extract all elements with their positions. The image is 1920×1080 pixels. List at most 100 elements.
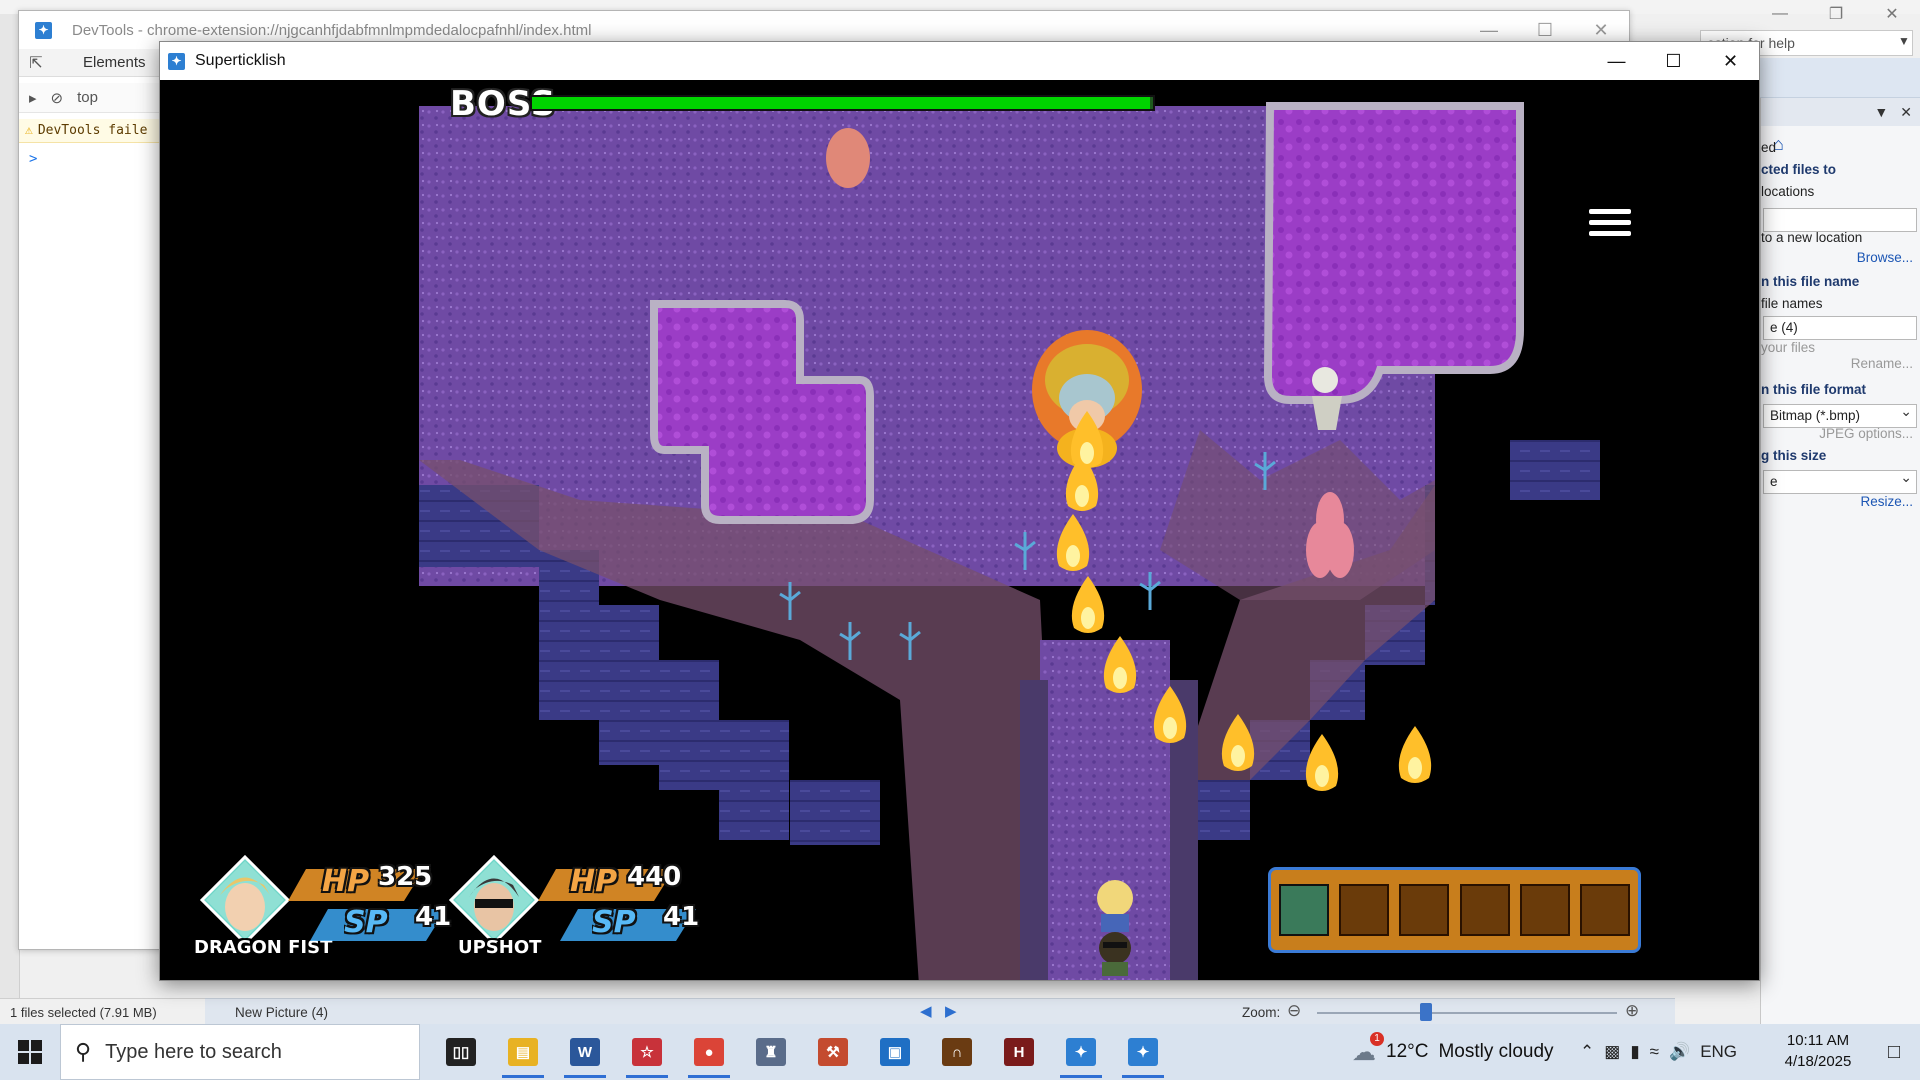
meet-icon[interactable]: ▩ xyxy=(1604,1042,1620,1062)
taskbar-app[interactable]: ♜ xyxy=(740,1024,802,1080)
clock-date: 4/18/2025 xyxy=(1784,1053,1852,1070)
file-explorer-icon: ▤ xyxy=(508,1038,538,1066)
cave-wall xyxy=(599,605,659,765)
zoom-in-icon[interactable]: ⊕ xyxy=(1625,1001,1639,1021)
inspect-element-icon[interactable]: ⇱ xyxy=(19,53,53,73)
cave-wall xyxy=(790,780,880,845)
tab-elements[interactable]: Elements xyxy=(53,54,146,71)
panel-item: locations xyxy=(1761,184,1815,199)
search-placeholder: Type here to search xyxy=(105,1040,282,1063)
zoom-out-icon[interactable]: ⊖ xyxy=(1287,1001,1301,1021)
taskbar-app[interactable]: ☆ xyxy=(616,1024,678,1080)
hotbar-slot[interactable] xyxy=(1339,884,1390,936)
boss-health-fill xyxy=(532,97,1150,109)
task-view-icon: ▯▯ xyxy=(446,1038,476,1066)
taskbar-app[interactable]: ▤ xyxy=(492,1024,554,1080)
hotbar-slot[interactable] xyxy=(1519,884,1570,936)
help-dropdown-icon[interactable]: ▼ xyxy=(1898,34,1910,48)
next-picture-icon[interactable]: ▶ xyxy=(945,1002,957,1020)
notifications-icon[interactable]: □ xyxy=(1868,1024,1920,1080)
fireball-core xyxy=(1066,545,1080,567)
console-sidebar-icon[interactable]: ▸ xyxy=(29,89,37,107)
hotbar-slot[interactable] xyxy=(1399,884,1450,936)
cave-wall xyxy=(1510,440,1600,500)
status-filename: New Picture (4) xyxy=(235,1005,329,1020)
console-toolbar: ▸ ⊘ top xyxy=(19,83,179,113)
clock-time: 10:11 AM xyxy=(1786,1032,1850,1049)
hotbar-slot[interactable] xyxy=(1579,884,1630,936)
taskbar-app[interactable]: H xyxy=(988,1024,1050,1080)
cave-wall xyxy=(539,550,599,720)
taskbar-app[interactable]: ▯▯ xyxy=(430,1024,492,1080)
wifi-icon[interactable]: ≈ xyxy=(1650,1042,1659,1062)
panel-item[interactable]: Rename... xyxy=(1761,356,1920,371)
panel-item[interactable] xyxy=(1763,208,1917,232)
paint-ribbon xyxy=(1760,58,1920,98)
purple-pool-right xyxy=(1263,102,1524,404)
hotbar-slot[interactable] xyxy=(1279,884,1329,936)
hp-label-2: HP xyxy=(570,864,618,899)
start-button[interactable] xyxy=(0,1024,60,1080)
panel-close-icon[interactable]: ✕ xyxy=(1900,104,1912,121)
battery-icon[interactable]: ▮ xyxy=(1630,1042,1639,1062)
panel-item: n this file name xyxy=(1761,274,1860,289)
hotbar-slot[interactable] xyxy=(1459,884,1510,936)
nwjs-app-icon: ✦ xyxy=(1066,1038,1096,1066)
panel-item[interactable]: Bitmap (*.bmp) xyxy=(1763,404,1917,428)
taskbar-search[interactable]: ⚲ Type here to search xyxy=(60,1024,420,1080)
portrait-dragon-fist xyxy=(200,855,290,945)
cave-wall xyxy=(719,720,789,840)
clock[interactable]: 10:11 AM 4/18/2025 xyxy=(1768,1030,1868,1072)
paint-minimize-icon[interactable]: — xyxy=(1752,0,1808,28)
hp-value-upshot: 440 xyxy=(627,862,682,892)
zoom-slider-track[interactable] xyxy=(1317,1012,1617,1014)
taskbar-app[interactable]: ∩ xyxy=(926,1024,988,1080)
panel-item[interactable]: e xyxy=(1763,470,1917,494)
nwjs-app-2-icon: ✦ xyxy=(1128,1038,1158,1066)
tool-icon: ⚒ xyxy=(818,1038,848,1066)
panel-header: ▼ ✕ xyxy=(1761,98,1920,126)
taskbar: ⚲ Type here to search ▯▯ ▤ W ☆ ● ♜ ⚒ ▣ ∩ H ✦ ✦ ☁ 1 1… xyxy=(0,1024,1920,1080)
zoom-slider-thumb[interactable] xyxy=(1420,1003,1432,1021)
game-canvas[interactable]: BOSS DRAGON FIST HP 325 SP 41 UPSHOT HP … xyxy=(160,80,1759,980)
panel-item: n this file format xyxy=(1761,382,1867,397)
skeleton-skull xyxy=(1312,367,1338,393)
taskbar-app[interactable]: ▣ xyxy=(864,1024,926,1080)
taskbar-app[interactable]: ✦ xyxy=(1112,1024,1174,1080)
paint-close-icon[interactable]: ✕ xyxy=(1864,0,1920,28)
rpg-app-icon: H xyxy=(1004,1038,1034,1066)
panel-item[interactable]: Resize... xyxy=(1761,494,1920,509)
panel-item[interactable]: Browse... xyxy=(1761,250,1920,265)
game-menu-button[interactable] xyxy=(1578,192,1642,252)
game-close-icon[interactable]: ✕ xyxy=(1702,42,1759,80)
portrait-upshot xyxy=(449,855,539,945)
context-selector[interactable]: top xyxy=(77,89,98,106)
tray-chevron-icon[interactable]: ⌃ xyxy=(1580,1042,1594,1062)
game-minimize-icon[interactable]: — xyxy=(1588,42,1645,80)
volume-icon[interactable]: 🔊 xyxy=(1669,1042,1690,1062)
panel-item[interactable]: JPEG options... xyxy=(1761,426,1920,441)
console-warning-text: DevTools faile xyxy=(37,123,148,138)
weather-widget[interactable]: ☁ 1 12°C Mostly cloudy xyxy=(1352,1024,1554,1080)
taskbar-app[interactable]: W xyxy=(554,1024,616,1080)
language-indicator[interactable]: ENG xyxy=(1700,1042,1737,1062)
console-prompt[interactable]: > xyxy=(29,151,37,167)
devtools-app-icon: ✦ xyxy=(35,21,52,39)
cloud-icon: ☁ 1 xyxy=(1352,1031,1384,1067)
taskbar-app[interactable]: ⚒ xyxy=(802,1024,864,1080)
fireball-core xyxy=(1081,607,1095,629)
game-window: ✦ Superticklish — ☐ ✕ BOSS DRAGON FIST H… xyxy=(159,41,1760,981)
paint-restore-icon[interactable]: ❐ xyxy=(1808,0,1864,28)
panel-item[interactable]: e (4) xyxy=(1763,316,1917,340)
chrome-icon: ● xyxy=(694,1038,724,1066)
panel-collapse-icon[interactable]: ▼ xyxy=(1874,104,1888,120)
fireball-core xyxy=(1113,667,1127,689)
taskbar-app[interactable]: ✦ xyxy=(1050,1024,1112,1080)
clear-console-icon[interactable]: ⊘ xyxy=(51,89,64,107)
game-app-icon: ✦ xyxy=(168,52,185,70)
panel-item: cted files to xyxy=(1761,162,1837,177)
game-maximize-icon[interactable]: ☐ xyxy=(1645,42,1702,80)
cave-wall xyxy=(659,660,719,790)
prev-picture-icon[interactable]: ◀ xyxy=(920,1002,932,1020)
taskbar-app[interactable]: ● xyxy=(678,1024,740,1080)
